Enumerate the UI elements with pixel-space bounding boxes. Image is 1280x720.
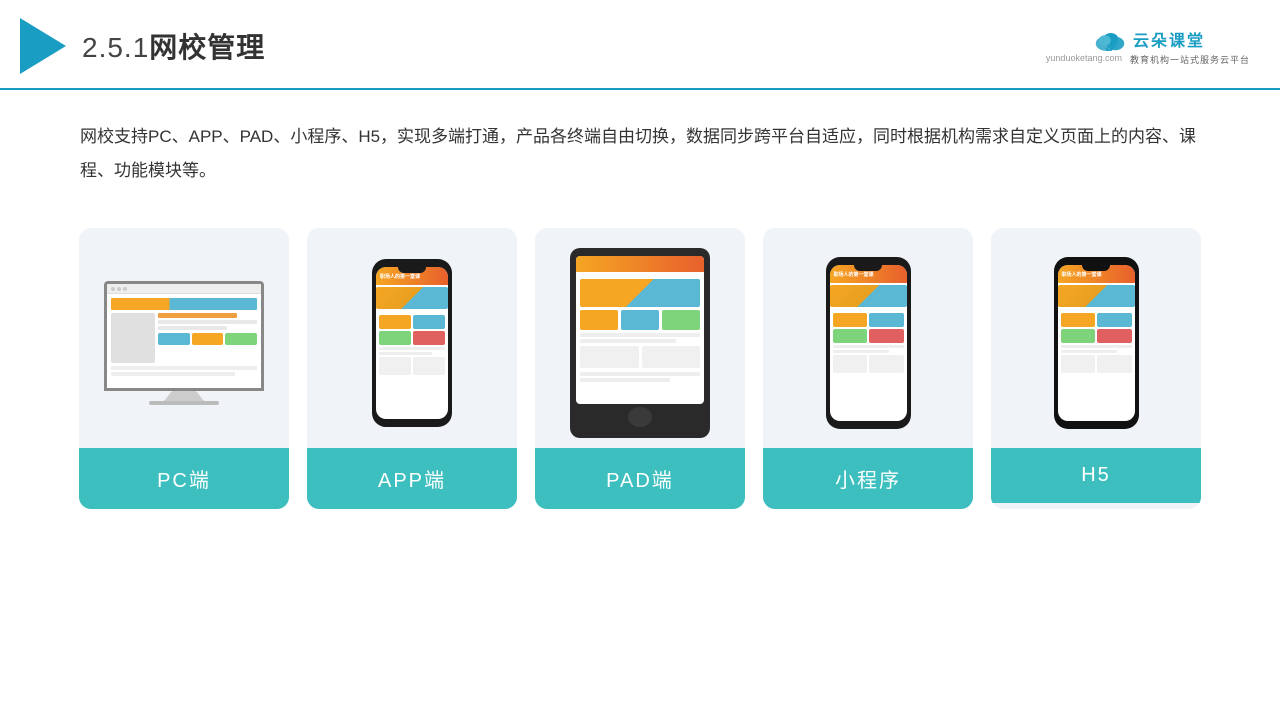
h5-phone-notch bbox=[1082, 265, 1110, 271]
logo-brand: 云朵课堂 bbox=[1133, 27, 1205, 51]
card-pad-image bbox=[535, 228, 745, 448]
card-app: 职场人的第一堂课 bbox=[307, 228, 517, 509]
logo-cloud: 云朵课堂 bbox=[1091, 27, 1205, 51]
card-pc: PC端 bbox=[79, 228, 289, 509]
phone-screen: 职场人的第一堂课 bbox=[376, 267, 448, 419]
header-left: 2.5.1网校管理 bbox=[20, 18, 265, 74]
cloud-logo-icon bbox=[1091, 27, 1129, 51]
card-pc-label: PC端 bbox=[79, 448, 289, 509]
mini-phone-screen: 职场人的第一堂课 bbox=[830, 265, 907, 421]
card-pad-label: PAD端 bbox=[535, 448, 745, 509]
pc-screen bbox=[104, 281, 264, 391]
phone-notch bbox=[398, 267, 426, 273]
logo-area: 云朵课堂 yunduoketang.com 教育机构一站式服务云平台 bbox=[1046, 27, 1250, 66]
card-pad: PAD端 bbox=[535, 228, 745, 509]
card-mini-label: 小程序 bbox=[763, 448, 973, 509]
card-mini-image: 职场人的第一堂课 bbox=[763, 228, 973, 448]
h5-phone-mockup: 职场人的第一堂课 bbox=[1054, 257, 1139, 429]
tablet-screen bbox=[576, 256, 704, 404]
pc-mockup bbox=[104, 281, 264, 405]
card-h5: 职场人的第一堂课 bbox=[991, 228, 1201, 509]
card-h5-label: H5 bbox=[991, 448, 1201, 503]
page-header: 2.5.1网校管理 云朵课堂 yunduoketang.com 教育机构一站式服… bbox=[0, 0, 1280, 90]
cards-area: PC端 职场人的第一堂课 bbox=[0, 208, 1280, 509]
description-text: 网校支持PC、APP、PAD、小程序、H5，实现多端打通，产品各终端自由切换，数… bbox=[0, 90, 1280, 208]
tablet-mockup bbox=[570, 248, 710, 438]
card-h5-image: 职场人的第一堂课 bbox=[991, 228, 1201, 448]
mini-phone-notch bbox=[854, 265, 882, 271]
card-app-label: APP端 bbox=[307, 448, 517, 509]
app-phone-mockup: 职场人的第一堂课 bbox=[372, 259, 452, 427]
card-pc-image bbox=[79, 228, 289, 448]
logo-tagline: 教育机构一站式服务云平台 bbox=[1130, 53, 1250, 66]
card-mini: 职场人的第一堂课 bbox=[763, 228, 973, 509]
card-app-image: 职场人的第一堂课 bbox=[307, 228, 517, 448]
mini-phone-mockup: 职场人的第一堂课 bbox=[826, 257, 911, 429]
play-icon bbox=[20, 18, 66, 74]
page-title: 2.5.1网校管理 bbox=[82, 26, 265, 66]
logo-url: yunduoketang.com bbox=[1046, 53, 1122, 63]
h5-phone-screen: 职场人的第一堂课 bbox=[1058, 265, 1135, 421]
